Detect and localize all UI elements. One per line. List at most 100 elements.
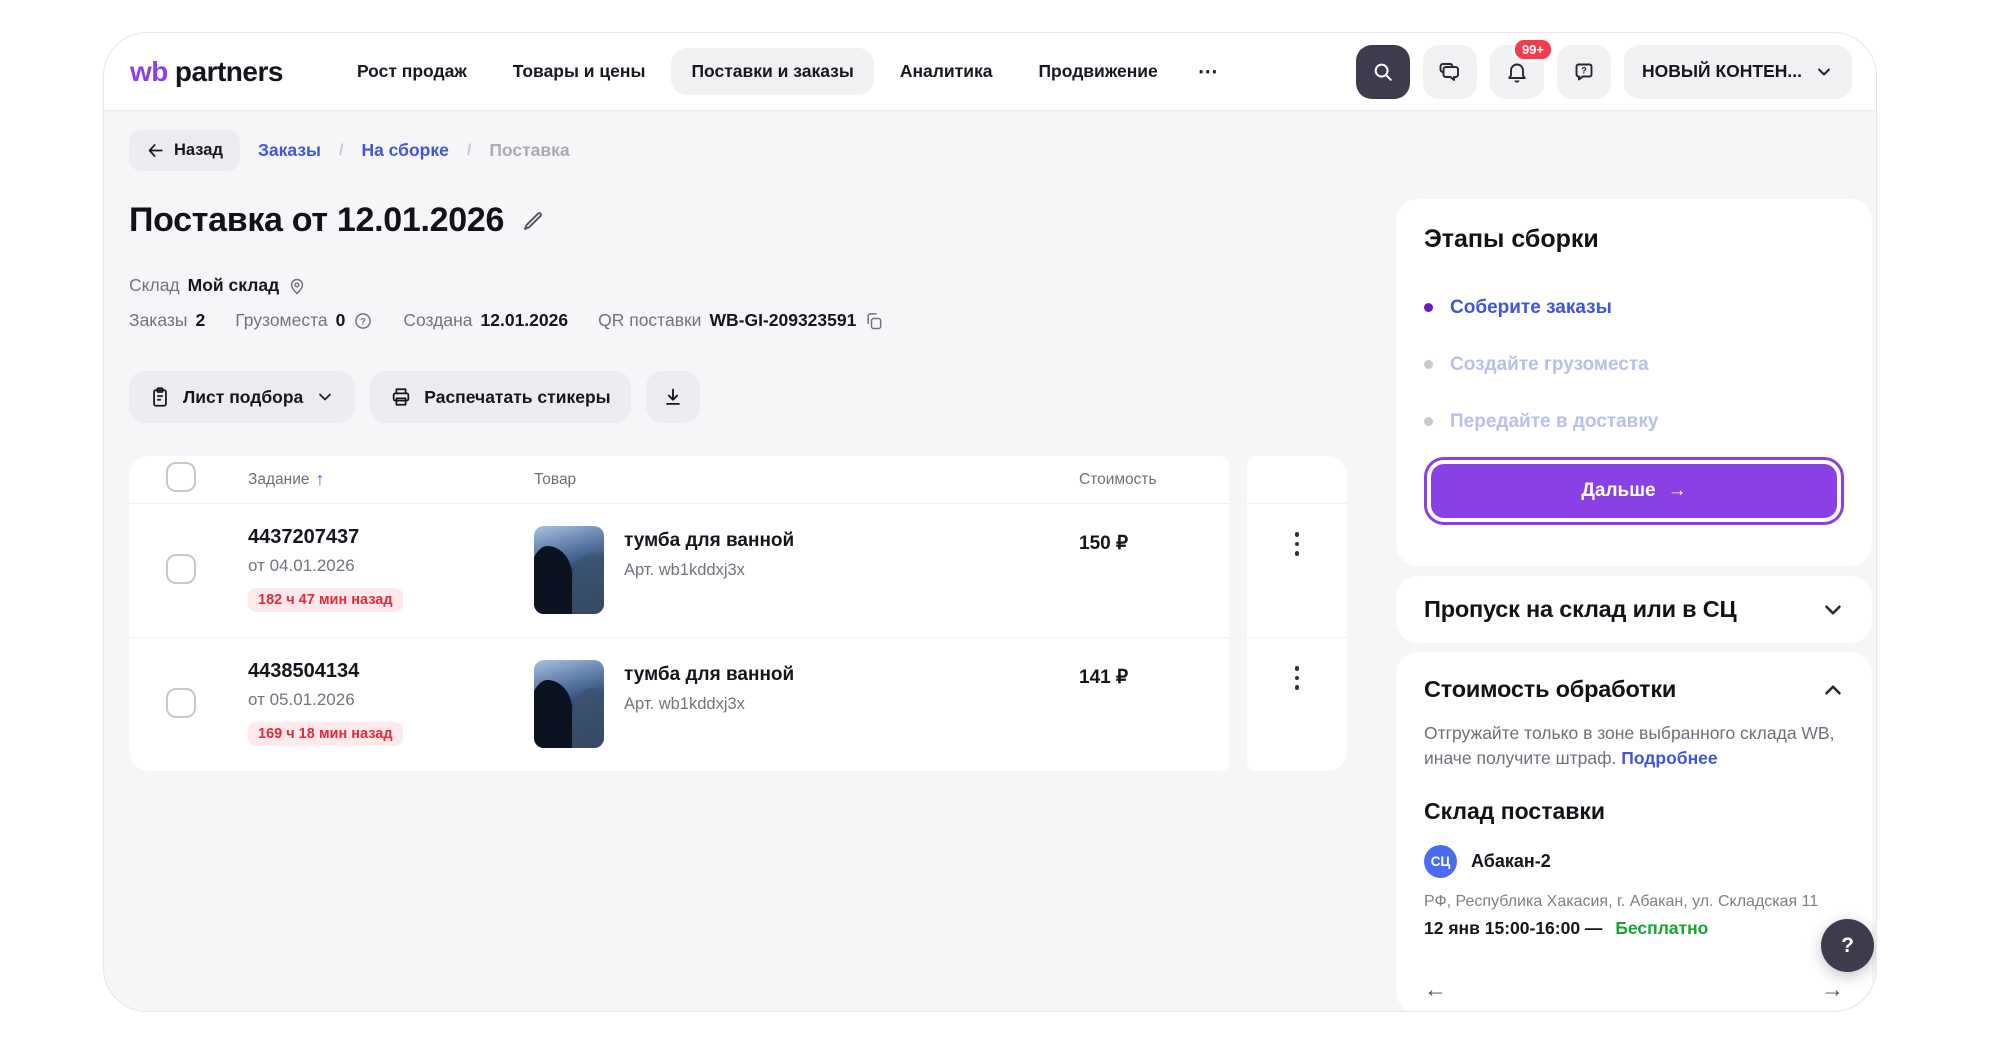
chevron-down-icon[interactable] <box>1820 597 1846 623</box>
warehouse-pass-panel[interactable]: Пропуск на склад или в СЦ <box>1396 576 1872 643</box>
actions-header-spacer <box>1247 456 1347 504</box>
location-pin-icon[interactable] <box>287 276 307 296</box>
breadcrumb-assembly[interactable]: На сборке <box>361 140 448 161</box>
step-dot-pending <box>1424 417 1433 426</box>
kebab-icon <box>1295 532 1300 537</box>
product-image[interactable] <box>534 526 604 614</box>
print-stickers-button[interactable]: Распечатать стикеры <box>370 371 630 423</box>
product-image[interactable] <box>534 660 604 748</box>
assembly-stages-panel: Этапы сборки Соберите заказы Создайте гр… <box>1396 199 1872 566</box>
search-button[interactable] <box>1356 45 1410 99</box>
processing-title: Стоимость обработки <box>1424 676 1676 703</box>
help-fab-button[interactable]: ? <box>1821 919 1874 972</box>
product-name[interactable]: тумба для ванной <box>624 526 794 552</box>
copy-icon[interactable] <box>864 311 884 331</box>
product-cell: тумба для ванной Арт. wb1kddxj3x <box>534 526 1079 637</box>
select-all-checkbox[interactable] <box>166 462 196 492</box>
row-checkbox[interactable] <box>166 688 196 718</box>
new-content-label: НОВЫЙ КОНТЕН... <box>1642 61 1802 82</box>
task-cell: 4438504134 от 05.01.2026 169 ч 18 мин на… <box>248 660 534 770</box>
pass-panel-title: Пропуск на склад или в СЦ <box>1424 596 1736 623</box>
table-row: 4438504134 от 05.01.2026 169 ч 18 мин на… <box>129 637 1229 770</box>
download-button[interactable] <box>646 371 700 423</box>
processing-cost-panel: Стоимость обработки Отгружайте только в … <box>1396 652 1872 1012</box>
back-button[interactable]: Назад <box>129 130 240 171</box>
order-date: от 04.01.2026 <box>248 556 534 576</box>
edit-title-button[interactable] <box>520 208 546 234</box>
row-menu-button[interactable] <box>1277 656 1317 700</box>
warehouse-value: Мой склад <box>188 275 280 296</box>
breadcrumb: Назад Заказы / На сборке / Поставка <box>129 130 570 171</box>
printer-icon <box>390 386 412 408</box>
overdue-badge: 182 ч 47 мин назад <box>248 588 403 612</box>
nav-goods-prices[interactable]: Товары и цены <box>493 48 666 95</box>
support-button[interactable]: ? <box>1557 45 1611 99</box>
supply-toolbar: Лист подбора Распечатать стикеры <box>129 371 700 423</box>
carousel-prev-button[interactable]: ← <box>1424 976 1447 1003</box>
sort-asc-icon[interactable]: ↑ <box>316 469 325 490</box>
breadcrumb-orders[interactable]: Заказы <box>258 140 321 161</box>
pick-list-dropdown[interactable]: Лист подбора <box>129 371 355 423</box>
table-header: Задание ↑ Товар Стоимость <box>129 456 1229 504</box>
warehouse-label: Склад <box>129 275 180 296</box>
notification-badge: 99+ <box>1512 37 1554 62</box>
topbar-actions: 99+ ? НОВЫЙ КОНТЕН... <box>1356 45 1852 99</box>
nav-supplies-orders[interactable]: Поставки и заказы <box>671 48 873 95</box>
breadcrumb-current: Поставка <box>489 140 569 161</box>
orders-count: Заказы 2 <box>129 310 205 331</box>
chevron-down-icon <box>315 387 335 407</box>
nav-analytics[interactable]: Аналитика <box>880 48 1013 95</box>
slot-price-free: Бесплатно <box>1615 918 1708 938</box>
messages-button[interactable] <box>1423 45 1477 99</box>
notifications-button[interactable]: 99+ <box>1490 45 1544 99</box>
step-collect-orders[interactable]: Соберите заказы <box>1424 284 1844 331</box>
task-cell: 4437207437 от 04.01.2026 182 ч 47 мин на… <box>248 526 534 637</box>
step-dot-active <box>1424 303 1433 312</box>
warehouse-row[interactable]: СЦ Абакан-2 <box>1424 845 1846 878</box>
processing-header[interactable]: Стоимость обработки <box>1424 676 1846 703</box>
next-button[interactable]: Дальше → <box>1431 464 1837 518</box>
row-menu-button[interactable] <box>1277 522 1317 566</box>
kebab-icon <box>1295 666 1300 671</box>
breadcrumb-separator: / <box>339 142 343 160</box>
slot-time: 12 янв 15:00-16:00 — <box>1424 918 1602 938</box>
order-id[interactable]: 4437207437 <box>248 526 534 549</box>
stages-title: Этапы сборки <box>1424 225 1844 254</box>
help-bubble-icon: ? <box>1572 60 1596 84</box>
column-task[interactable]: Задание <box>248 471 310 489</box>
download-icon <box>662 386 684 408</box>
chevron-down-icon <box>1814 62 1834 82</box>
overdue-badge: 169 ч 18 мин назад <box>248 722 403 746</box>
column-product: Товар <box>534 471 576 488</box>
page-title: Поставка от 12.01.2026 <box>129 201 504 240</box>
created-date: Создана 12.01.2026 <box>403 310 568 331</box>
qr-code: QR поставки WB-GI-209323591 <box>598 310 884 331</box>
step-handover-delivery[interactable]: Передайте в доставку <box>1424 398 1844 445</box>
product-name[interactable]: тумба для ванной <box>624 660 794 686</box>
top-bar: wbpartners Рост продаж Товары и цены Пос… <box>104 33 1876 111</box>
processing-description: Отгружайте только в зоне выбранного скла… <box>1424 721 1844 772</box>
new-content-dropdown[interactable]: НОВЫЙ КОНТЕН... <box>1624 45 1852 99</box>
warehouse-address: РФ, Республика Хакасия, г. Абакан, ул. С… <box>1424 893 1846 911</box>
warehouse-slot: 12 янв 15:00-16:00 — Бесплатно <box>1424 918 1846 939</box>
wb-partners-logo[interactable]: wbpartners <box>130 56 283 88</box>
nav-more-button[interactable]: ⋯ <box>1184 46 1232 97</box>
nav-promotion[interactable]: Продвижение <box>1018 48 1177 95</box>
row-actions-column <box>1247 456 1347 771</box>
bell-icon <box>1505 60 1529 84</box>
back-arrow-icon <box>146 141 165 160</box>
clipboard-icon <box>149 386 171 408</box>
breadcrumb-separator: / <box>467 142 471 160</box>
step-create-cargo[interactable]: Создайте грузоместа <box>1424 341 1844 388</box>
row-checkbox[interactable] <box>166 554 196 584</box>
product-cell: тумба для ванной Арт. wb1kddxj3x <box>534 660 1079 770</box>
order-id[interactable]: 4438504134 <box>248 660 534 683</box>
more-details-link[interactable]: Подробнее <box>1621 748 1717 768</box>
chevron-up-icon[interactable] <box>1820 677 1846 703</box>
cargo-count: Грузоместа 0 ? <box>235 310 373 331</box>
question-circle-icon[interactable]: ? <box>353 311 373 331</box>
carousel-next-button[interactable]: → <box>1821 976 1844 1003</box>
warehouse-name: Абакан-2 <box>1471 851 1551 872</box>
next-button-focus-ring: Дальше → <box>1424 457 1844 525</box>
nav-sales-growth[interactable]: Рост продаж <box>337 48 487 95</box>
